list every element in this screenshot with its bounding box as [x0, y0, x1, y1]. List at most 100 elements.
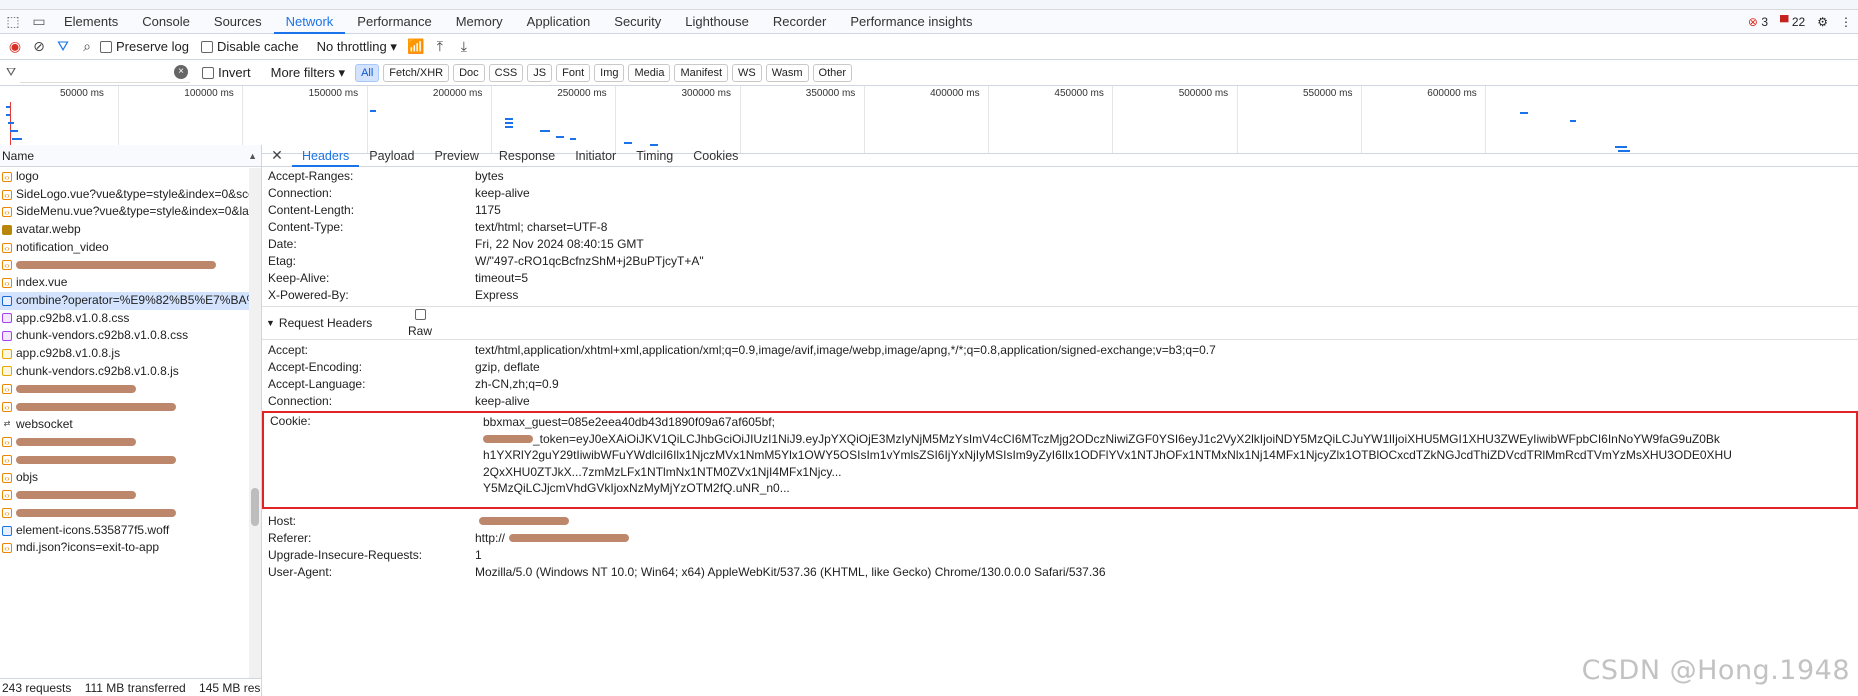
more-filters-dropdown[interactable]: More filters ▾ [271, 65, 345, 81]
detail-tab-timing[interactable]: Timing [626, 145, 683, 167]
request-row[interactable]: ‹› [0, 256, 249, 274]
overview-tick-label: 300000 ms [681, 88, 731, 99]
settings-gear-icon[interactable]: ⚙ [1817, 15, 1828, 29]
close-details-icon[interactable]: ✕ [262, 147, 292, 164]
header-value: text/html; charset=UTF-8 [475, 220, 608, 234]
scrollbar-thumb[interactable] [251, 488, 259, 526]
overview-tick-label: 500000 ms [1178, 88, 1229, 99]
tab-recorder[interactable]: Recorder [761, 10, 838, 34]
filter-chip-media[interactable]: Media [628, 63, 671, 82]
tab-network[interactable]: Network [273, 10, 346, 34]
doc-file-icon: ‹› [2, 189, 12, 200]
disable-cache-checkbox[interactable]: Disable cache [200, 39, 299, 54]
request-headers-section[interactable]: ▼ Request Headers Raw [262, 306, 1858, 340]
filter-chip-fetchxhr[interactable]: Fetch/XHR [383, 63, 450, 82]
request-row[interactable]: ‹› SideMenu.vue?vue&type=style&index=0&la… [0, 203, 249, 221]
request-list-scrollbar[interactable] [249, 168, 261, 678]
detail-tab-response[interactable]: Response [489, 145, 565, 167]
request-row[interactable]: ‹› [0, 380, 249, 398]
request-row[interactable]: combine?operator=%E9%82%B5%E7%BA%A2... [0, 291, 249, 310]
request-row[interactable]: ‹› [0, 433, 249, 451]
filter-chip-ws[interactable]: WS [732, 63, 762, 82]
tab-performance[interactable]: Performance [345, 10, 443, 34]
error-count[interactable]: ⊗ 3 [1748, 15, 1768, 29]
clear-icon[interactable]: ⊘ [28, 36, 50, 58]
collapse-triangle-icon[interactable]: ▼ [266, 318, 275, 328]
filter-input[interactable]: × [20, 63, 191, 83]
detail-tab-cookies[interactable]: Cookies [683, 145, 748, 167]
headers-view: Accept-Ranges: bytes Connection: keep-alive… [262, 168, 1858, 696]
request-row[interactable]: ‹› logo [0, 168, 249, 186]
header-value: gzip, deflate [475, 360, 540, 374]
xhr-file-icon [2, 295, 12, 306]
filter-icon[interactable]: ⛛ [52, 36, 74, 58]
more-options-icon[interactable]: ⋮ [1840, 15, 1852, 29]
detail-tab-initiator[interactable]: Initiator [565, 145, 626, 167]
detail-tab-preview[interactable]: Preview [424, 145, 488, 167]
request-row[interactable]: element-icons.535877f5.woff [0, 522, 249, 540]
request-row[interactable]: chunk-vendors.c92b8.v1.0.8.css [0, 327, 249, 345]
issue-badges[interactable]: ⊗ 3 ▀ 22 ⚙ ⋮ [1748, 10, 1852, 34]
request-row[interactable]: ‹› [0, 451, 249, 469]
search-icon[interactable]: ⌕ [76, 36, 98, 58]
redacted-value [479, 517, 569, 525]
request-row[interactable]: ‹› mdi.json?icons=exit-to-app [0, 539, 249, 557]
preserve-log-checkbox[interactable]: Preserve log [100, 39, 189, 54]
tab-security[interactable]: Security [602, 10, 673, 34]
tab-sources[interactable]: Sources [202, 10, 274, 34]
filter-chip-img[interactable]: Img [594, 63, 625, 82]
request-row[interactable]: ‹› [0, 486, 249, 504]
header-key: Content-Length: [268, 203, 355, 217]
filter-chip-other[interactable]: Other [812, 63, 853, 82]
filter-chip-all[interactable]: All [355, 63, 380, 82]
filter-chip-manifest[interactable]: Manifest [674, 63, 729, 82]
raw-toggle[interactable]: Raw [408, 309, 432, 338]
checkbox-box[interactable] [100, 40, 112, 53]
device-toolbar-icon[interactable]: ▭ [26, 10, 52, 34]
detail-tab-headers[interactable]: Headers [292, 145, 360, 167]
cookie-text: Y5MzQiLCJjcmVhdGVkIjoxNzMyMjYzOTM2fQ.uNR… [483, 481, 790, 495]
network-overview[interactable]: 50000 ms 100000 ms 150000 ms 200000 ms 25000… [0, 86, 1858, 154]
network-conditions-icon[interactable]: 📶 [405, 36, 427, 58]
checkbox-box[interactable] [200, 40, 213, 53]
tab-performance-insights[interactable]: Performance insights [838, 10, 984, 34]
tab-lighthouse[interactable]: Lighthouse [673, 10, 761, 34]
filter-chip-css[interactable]: CSS [488, 63, 524, 82]
overview-gridline [1236, 86, 1238, 153]
warning-count[interactable]: ▀ 22 [1780, 15, 1805, 29]
request-row[interactable]: ‹› objs [0, 469, 249, 487]
filter-chip-doc[interactable]: Doc [453, 63, 485, 82]
invert-checkbox[interactable]: Invert [202, 65, 251, 80]
tab-application[interactable]: Application [515, 10, 603, 34]
inspect-element-icon[interactable]: ⬚ [0, 10, 26, 34]
tab-elements[interactable]: Elements [52, 10, 130, 34]
filter-chip-wasm[interactable]: Wasm [765, 63, 809, 82]
clear-filter-icon[interactable]: × [174, 65, 189, 79]
filter-chip-js[interactable]: JS [527, 63, 553, 82]
tab-console[interactable]: Console [130, 10, 202, 34]
checkbox-box[interactable] [202, 66, 215, 79]
export-har-icon[interactable]: ⤓ [453, 36, 475, 58]
name-column-header[interactable]: Name ▲ [0, 145, 261, 167]
request-row[interactable]: ‹› SideLogo.vue?vue&type=style&index=0&sc… [0, 186, 249, 204]
raw-checkbox[interactable] [414, 309, 426, 320]
request-row[interactable]: ‹› [0, 504, 249, 522]
tab-memory[interactable]: Memory [444, 10, 515, 34]
throttling-select[interactable]: No throttling ▾ [317, 39, 397, 55]
overview-tick-label: 150000 ms [308, 88, 359, 99]
request-row[interactable]: ⇄ websocket [0, 416, 249, 434]
request-row[interactable]: app.c92b8.v1.0.8.css [0, 310, 249, 328]
filter-chip-font[interactable]: Font [556, 63, 591, 82]
request-row[interactable]: chunk-vendors.c92b8.v1.0.8.js [0, 363, 249, 381]
record-icon[interactable]: ◉ [4, 36, 26, 58]
header-key: Accept-Ranges: [268, 169, 354, 183]
request-row[interactable]: ‹› [0, 398, 249, 416]
detail-tab-payload[interactable]: Payload [359, 145, 424, 167]
request-row[interactable]: ‹› notification_video [0, 239, 249, 257]
request-row[interactable]: avatar.webp [0, 221, 249, 239]
import-har-icon[interactable]: ⤒ [429, 36, 451, 58]
request-row[interactable]: ‹› index.vue [0, 274, 249, 292]
header-key: Accept-Encoding: [268, 360, 363, 374]
request-row[interactable]: app.c92b8.v1.0.8.js [0, 345, 249, 363]
header-key: Connection: [268, 186, 333, 200]
